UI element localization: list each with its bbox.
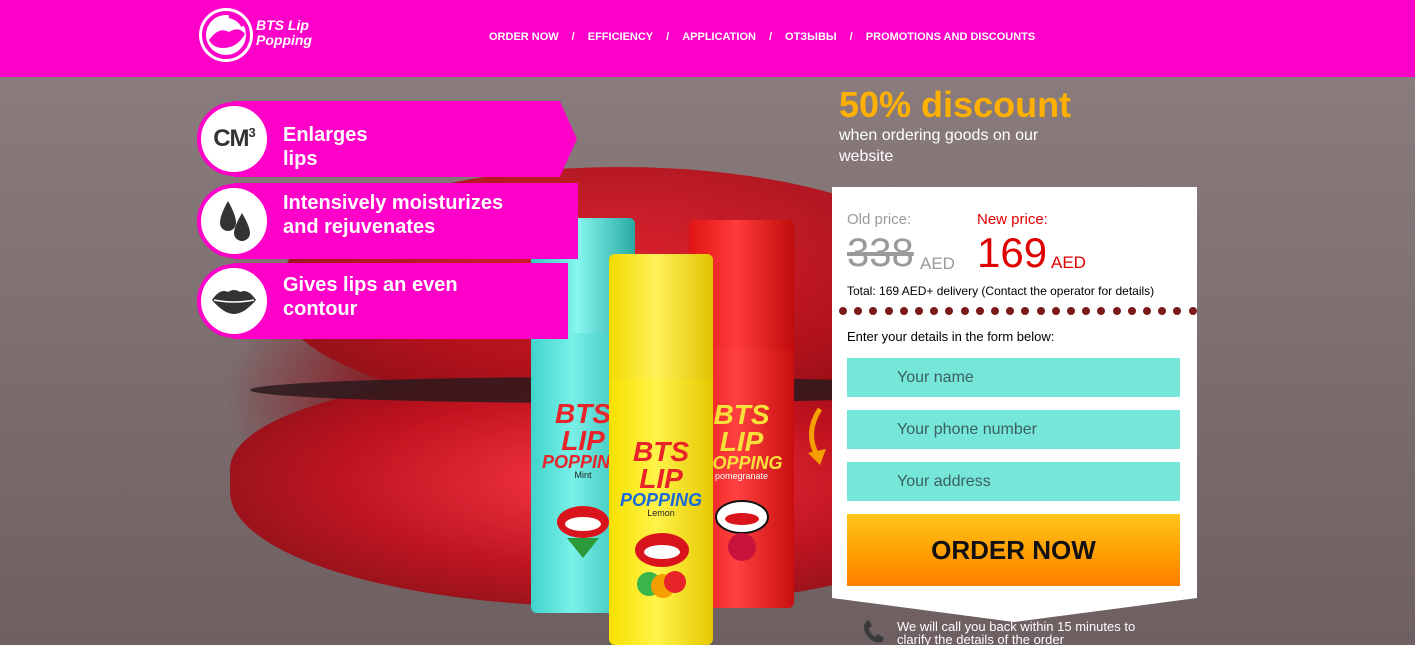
product-brand: BTS LIP — [633, 436, 689, 494]
discount-title: 50% discount — [839, 84, 1072, 125]
total-price-text: Total: 169 AED+ delivery (Contact the op… — [847, 284, 1155, 298]
dotted-divider — [839, 307, 1197, 319]
new-price-value: 169 — [977, 229, 1048, 276]
nav-promotions[interactable]: PROMOTIONS AND DISCOUNTS — [866, 31, 1036, 43]
mouth-graphic-icon — [557, 506, 609, 558]
nav-efficiency[interactable]: EFFICIENCY — [588, 31, 653, 43]
nav-separator: / — [666, 31, 670, 43]
cm3-icon: CM3 — [197, 102, 271, 176]
logo[interactable]: BTS Lip Popping — [199, 8, 329, 64]
nav-application[interactable]: APPLICATION — [682, 31, 756, 43]
old-price-currency: AED — [920, 254, 955, 273]
new-price-label: New price: — [977, 211, 1048, 228]
feature-label: Gives lips an even contour — [283, 274, 458, 320]
product-line: POPPING — [619, 490, 703, 511]
nav-reviews[interactable]: ОТЗЫВЫ — [785, 31, 837, 43]
main-nav: ORDER NOW / EFFICIENCY / APPLICATION / О… — [489, 31, 1035, 43]
arrow-icon — [808, 407, 826, 465]
nav-separator: / — [768, 31, 773, 43]
form-instructions: Enter your details in the form below: — [847, 329, 1055, 344]
site-header: BTS Lip Popping ORDER NOW / EFFICIENCY /… — [0, 0, 1415, 77]
nav-separator: / — [571, 31, 575, 43]
lips-icon — [197, 264, 271, 338]
feature-label: Enlarges lips — [283, 124, 368, 170]
nav-separator: / — [849, 31, 853, 43]
order-form-box: Old price: 338 AED New price: 169 AED To… — [832, 187, 1197, 595]
logo-icon — [199, 8, 253, 62]
callback-note: We will call you back within 15 minutes … — [897, 619, 1136, 645]
feature-enlarges: CM3 Enlarges lips — [197, 101, 577, 177]
phone-input[interactable] — [847, 410, 1180, 449]
feature-label: Intensively moisturizes and rejuvenates — [283, 192, 504, 238]
feature-moisturizes: Intensively moisturizes and rejuvenates — [197, 183, 578, 259]
product-lemon: BTS LIP POPPING Lemon — [609, 254, 713, 645]
feature-contour: Gives lips an even contour — [197, 263, 568, 339]
order-now-button[interactable]: ORDER NOW — [847, 514, 1180, 586]
drops-icon — [197, 184, 271, 258]
phone-icon — [864, 620, 884, 643]
address-input[interactable] — [847, 462, 1180, 501]
old-price-label: Old price: — [847, 211, 912, 228]
discount-subtitle: when ordering goods on our website — [839, 127, 1039, 165]
new-price-currency: AED — [1051, 253, 1086, 272]
nav-order-now[interactable]: ORDER NOW — [489, 31, 559, 43]
mouth-graphic-icon — [635, 533, 689, 598]
mouth-graphic-icon — [715, 500, 769, 561]
logo-line-2: Popping — [256, 32, 312, 48]
old-price-value: 338 — [847, 231, 914, 275]
name-input[interactable] — [847, 358, 1180, 397]
product-flavor: Lemon — [647, 508, 675, 519]
logo-line-1: BTS Lip — [256, 17, 309, 33]
